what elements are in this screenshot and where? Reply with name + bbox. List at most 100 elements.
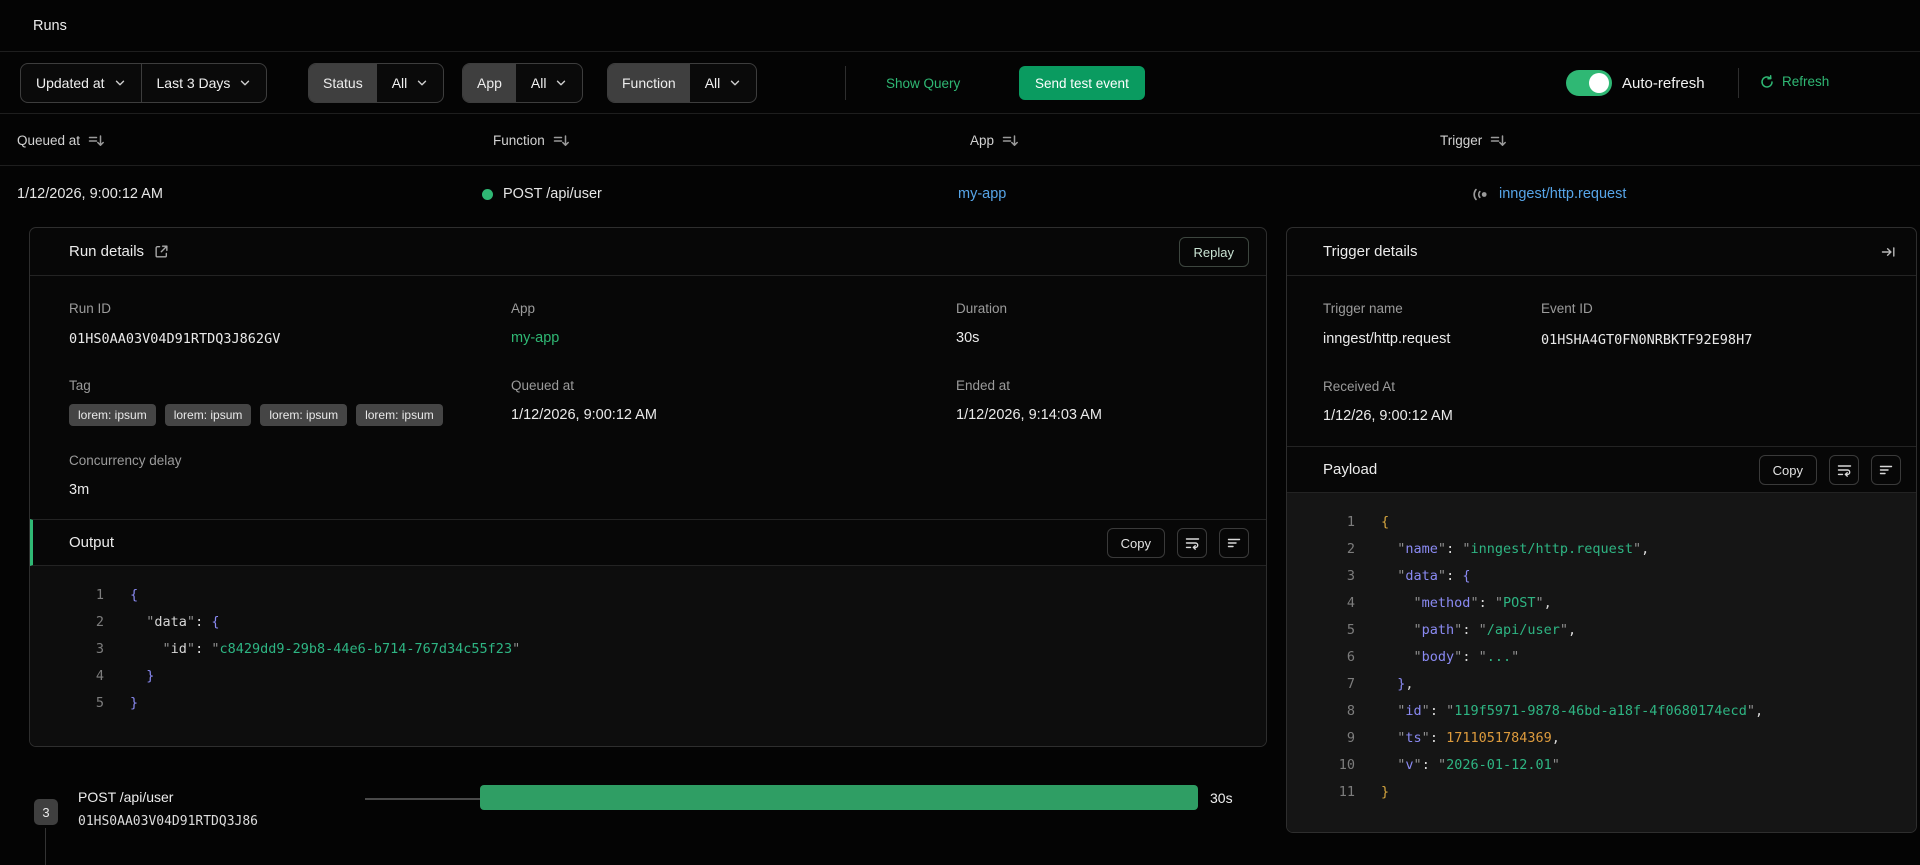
external-link-icon[interactable] (154, 244, 169, 259)
column-label: Trigger (1440, 132, 1483, 148)
copy-output-button[interactable]: Copy (1106, 528, 1165, 558)
trigger-link[interactable]: inngest/http.request (1499, 186, 1626, 202)
status-filter-value-dropdown[interactable]: All (377, 64, 444, 102)
app-filter-value: All (530, 75, 547, 91)
show-query-button[interactable]: Show Query (886, 76, 960, 91)
code-line: 6 "body": "..." (1311, 643, 1916, 670)
column-header-trigger[interactable]: Trigger (1440, 114, 1507, 166)
concurrency-delay-label: Concurrency delay (69, 453, 182, 468)
line-number: 3 (95, 640, 104, 657)
sort-icon (553, 133, 570, 148)
refresh-icon (1760, 74, 1774, 89)
line-number: 3 (1346, 567, 1355, 584)
column-label: Function (493, 132, 545, 148)
timeline-duration-bar[interactable] (480, 785, 1198, 810)
received-at-value: 1/12/26, 9:00:12 AM (1323, 408, 1453, 424)
run-row-trigger: inngest/http.request (1472, 166, 1626, 222)
align-left-icon[interactable] (1871, 455, 1901, 485)
filter-bar: Updated at Last 3 Days Status All App Al… (0, 52, 1920, 114)
concurrency-delay-value: 3m (69, 482, 90, 498)
line-number: 8 (1346, 702, 1355, 719)
line-number: 9 (1346, 729, 1355, 746)
queued-at-value: 1/12/2026, 9:00:12 AM (17, 186, 163, 202)
payload-title: Payload (1323, 461, 1378, 478)
pin-right-icon[interactable] (1881, 245, 1896, 264)
time-range-dropdown[interactable]: Last 3 Days (140, 64, 267, 102)
status-filter-group[interactable]: Status All (308, 63, 445, 103)
line-number: 4 (1346, 594, 1355, 611)
step-count-badge[interactable]: 3 (34, 799, 58, 825)
code-line: 9 "ts": 1711051784369, (1311, 724, 1916, 751)
run-details-title: Run details (69, 243, 145, 260)
line-number: 2 (95, 613, 104, 630)
run-row[interactable]: 1/12/2026, 9:00:12 AM POST /api/user my-… (0, 166, 1920, 222)
run-row-app: my-app (958, 166, 1006, 222)
copy-payload-button[interactable]: Copy (1758, 455, 1817, 485)
trigger-details-panel: Trigger details Trigger name inngest/htt… (1286, 227, 1917, 833)
function-name: POST /api/user (503, 186, 602, 202)
trigger-name-label: Trigger name (1323, 301, 1403, 316)
queued-at-label: Queued at (511, 378, 575, 393)
function-filter-value: All (704, 75, 721, 91)
page-title: Runs (33, 18, 67, 34)
line-number: 10 (1338, 756, 1355, 773)
auto-refresh-label: Auto-refresh (1622, 75, 1705, 92)
sort-field-dropdown[interactable]: Updated at (21, 64, 140, 102)
timeline-step-name: POST /api/user (78, 789, 174, 805)
code-line: 5} (60, 689, 1266, 716)
output-section-header: Output Copy (30, 519, 1266, 566)
run-details-panel: Run details Replay Run ID 01HS0AA03V04D9… (29, 227, 1267, 747)
trigger-details-header: Trigger details (1287, 228, 1916, 276)
tag-badge: lorem: ipsum (69, 404, 156, 426)
function-filter-value-dropdown[interactable]: All (690, 64, 757, 102)
align-left-icon[interactable] (1219, 528, 1249, 558)
trigger-details-fields: Trigger name inngest/http.request Event … (1287, 276, 1916, 446)
sort-icon (88, 133, 105, 148)
duration-value: 30s (956, 330, 980, 346)
word-wrap-icon[interactable] (1177, 528, 1207, 558)
app-filter-value-dropdown[interactable]: All (516, 64, 583, 102)
app-filter-label: App (463, 64, 516, 102)
code-line: 4 } (60, 662, 1266, 689)
function-filter-group[interactable]: Function All (607, 63, 758, 103)
filter-divider (845, 66, 846, 100)
timeline-duration-label: 30s (1210, 790, 1233, 806)
line-number: 2 (1346, 540, 1355, 557)
timeline-connector-line (365, 798, 480, 800)
tag-badge: lorem: ipsum (164, 404, 252, 426)
code-line: 7 }, (1311, 670, 1916, 697)
code-line: 3 "data": { (1311, 562, 1916, 589)
code-line: 11} (1311, 778, 1916, 805)
refresh-button[interactable]: Refresh (1760, 74, 1829, 89)
run-row-function: POST /api/user (482, 166, 602, 222)
send-test-event-button[interactable]: Send test event (1019, 66, 1145, 100)
run-id-value: 01HS0AA03V04D91RTDQ3J862GV (69, 331, 281, 347)
app-value-link[interactable]: my-app (511, 330, 559, 346)
app-link[interactable]: my-app (958, 186, 1006, 202)
word-wrap-icon[interactable] (1829, 455, 1859, 485)
line-number: 11 (1338, 783, 1355, 800)
replay-button[interactable]: Replay (1178, 237, 1249, 267)
column-label: Queued at (17, 132, 81, 148)
code-line: 2 "data": { (60, 608, 1266, 635)
app-label: App (511, 301, 536, 316)
output-title: Output (69, 534, 115, 551)
app-filter-group[interactable]: App All (462, 63, 584, 103)
column-header-queued-at[interactable]: Queued at (17, 114, 105, 166)
queued-at-value: 1/12/2026, 9:00:12 AM (511, 407, 657, 423)
event-id-value: 01HSHA4GT0FN0NRBKTF92E98H7 (1541, 332, 1753, 348)
column-header-app[interactable]: App (970, 114, 1019, 166)
sort-icon (1002, 133, 1019, 148)
chevron-down-icon (114, 77, 126, 89)
code-line: 3 "id": "c8429dd9-29b8-44e6-b714-767d34c… (60, 635, 1266, 662)
auto-refresh-toggle[interactable] (1566, 70, 1612, 96)
payload-code[interactable]: 1{2 "name": "inngest/http.request", 3 "da… (1287, 493, 1916, 832)
refresh-label: Refresh (1782, 74, 1830, 89)
tag-badge: lorem: ipsum (356, 404, 443, 426)
payload-section-header: Payload Copy (1287, 446, 1916, 493)
tag-badges: lorem: ipsum lorem: ipsum lorem: ipsum lore… (69, 404, 443, 426)
timeline-vertical-line (45, 828, 46, 865)
column-header-function[interactable]: Function (493, 114, 570, 166)
line-number: 6 (1346, 648, 1355, 665)
output-code[interactable]: 1{2 "data": {3 "id": "c8429dd9-29b8-44e6… (30, 566, 1266, 746)
